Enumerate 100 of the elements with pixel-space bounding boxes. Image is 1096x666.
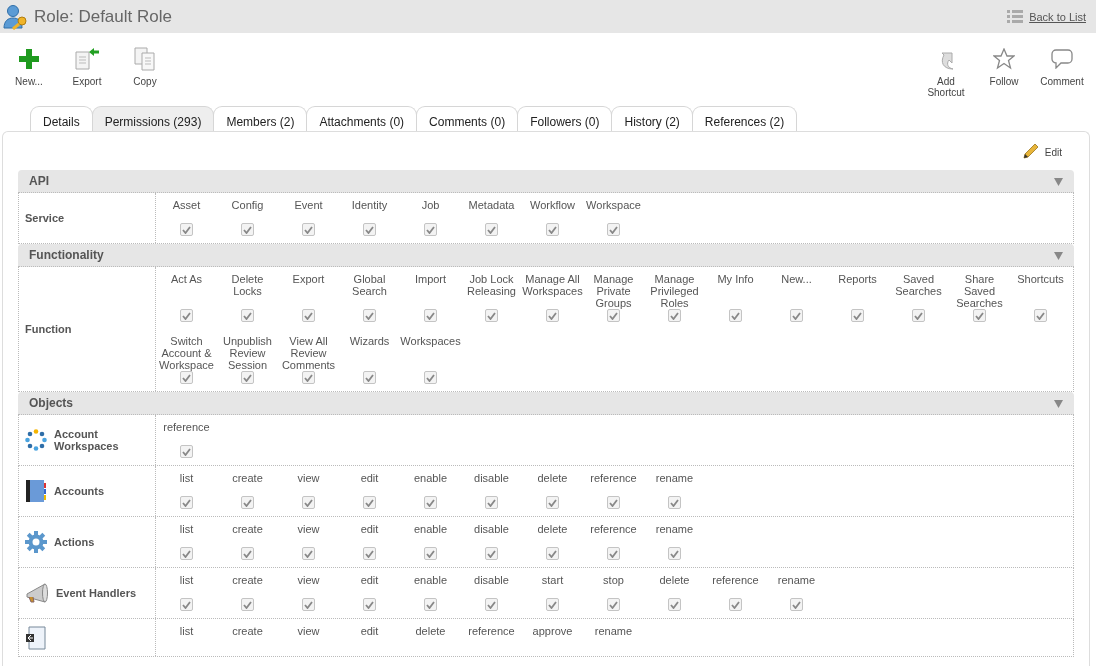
checkbox[interactable] xyxy=(790,598,803,611)
row-label: Account Workspaces xyxy=(54,428,120,452)
checkbox[interactable] xyxy=(607,223,620,236)
collapse-triangle-icon[interactable] xyxy=(1054,250,1063,260)
checkbox[interactable] xyxy=(241,371,254,384)
permission-label: rename xyxy=(655,472,694,486)
checkbox[interactable] xyxy=(180,309,193,322)
section-header[interactable]: API xyxy=(18,170,1074,193)
collapse-triangle-icon[interactable] xyxy=(1054,398,1063,408)
tab[interactable]: References (2) xyxy=(691,106,798,131)
permission-label: reference xyxy=(163,421,210,435)
checkbox[interactable] xyxy=(546,223,559,236)
tab[interactable]: Followers (0) xyxy=(517,106,613,131)
checkbox[interactable] xyxy=(180,371,193,384)
document-arrow-icon xyxy=(75,48,99,70)
checkbox[interactable] xyxy=(302,598,315,611)
checkbox[interactable] xyxy=(546,496,559,509)
checkbox[interactable] xyxy=(363,371,376,384)
checkbox[interactable] xyxy=(424,223,437,236)
checkbox[interactable] xyxy=(241,496,254,509)
checkbox[interactable] xyxy=(546,309,559,322)
checkbox[interactable] xyxy=(851,309,864,322)
section-header[interactable]: Objects xyxy=(18,392,1074,415)
section-title: API xyxy=(29,174,49,188)
checkbox[interactable] xyxy=(485,496,498,509)
checkbox[interactable] xyxy=(302,496,315,509)
checkbox[interactable] xyxy=(302,547,315,560)
checkbox[interactable] xyxy=(607,547,620,560)
checkbox[interactable] xyxy=(241,598,254,611)
checkbox[interactable] xyxy=(363,223,376,236)
permission-label: reference xyxy=(590,523,637,537)
permission-label: create xyxy=(232,523,263,537)
star-icon xyxy=(993,48,1015,70)
back-to-list-link[interactable]: Back to List xyxy=(1029,10,1086,23)
checkbox[interactable] xyxy=(363,547,376,560)
section-header[interactable]: Functionality xyxy=(18,244,1074,267)
export-button[interactable]: Export xyxy=(58,47,116,106)
permission-label: list xyxy=(179,625,194,639)
permission-label: Manage Privileged Roles xyxy=(649,273,700,309)
checkbox[interactable] xyxy=(241,309,254,322)
checkbox[interactable] xyxy=(790,309,803,322)
checkbox[interactable] xyxy=(180,496,193,509)
checkbox[interactable] xyxy=(546,598,559,611)
checkbox[interactable] xyxy=(180,547,193,560)
checkbox[interactable] xyxy=(668,496,681,509)
checkbox[interactable] xyxy=(1034,309,1047,322)
tab[interactable]: Attachments (0) xyxy=(306,106,418,131)
checkbox[interactable] xyxy=(363,496,376,509)
permission-label: view xyxy=(297,523,320,537)
checkbox[interactable] xyxy=(729,309,742,322)
checkbox[interactable] xyxy=(424,496,437,509)
permission-label: start xyxy=(541,574,564,588)
shortcut-button[interactable]: Add Shortcut xyxy=(917,47,975,106)
checkbox[interactable] xyxy=(485,547,498,560)
permission-label: Manage All Workspaces xyxy=(522,273,583,297)
checkbox[interactable] xyxy=(424,547,437,560)
tab[interactable]: Permissions (293) xyxy=(91,106,215,131)
checkbox[interactable] xyxy=(302,309,315,322)
checkbox[interactable] xyxy=(363,309,376,322)
tab[interactable]: Details xyxy=(30,106,93,131)
permission-label: disable xyxy=(474,472,509,486)
permission-label: Shortcuts xyxy=(1017,273,1064,287)
checkbox[interactable] xyxy=(912,309,925,322)
checkbox[interactable] xyxy=(302,223,315,236)
tab[interactable]: Members (2) xyxy=(213,106,308,131)
checkbox[interactable] xyxy=(607,496,620,509)
permission-label: edit xyxy=(360,523,379,537)
tab[interactable]: Comments (0) xyxy=(416,106,519,131)
permission-label: delete xyxy=(415,625,446,639)
tab[interactable]: History (2) xyxy=(611,106,693,131)
edit-button[interactable]: Edit xyxy=(1021,144,1062,160)
checkbox[interactable] xyxy=(241,223,254,236)
permission-label: view xyxy=(297,574,320,588)
checkbox[interactable] xyxy=(424,309,437,322)
checkbox[interactable] xyxy=(485,309,498,322)
checkbox[interactable] xyxy=(485,223,498,236)
checkbox[interactable] xyxy=(668,547,681,560)
checkbox[interactable] xyxy=(302,371,315,384)
checkbox[interactable] xyxy=(668,598,681,611)
checkbox[interactable] xyxy=(607,598,620,611)
new-button[interactable]: New... xyxy=(0,47,58,106)
follow-button[interactable]: Follow xyxy=(975,47,1033,106)
checkbox[interactable] xyxy=(180,445,193,458)
permission-label: Global Search xyxy=(351,273,388,297)
comment-button[interactable]: Comment xyxy=(1033,47,1091,106)
checkbox[interactable] xyxy=(424,598,437,611)
permission-label: create xyxy=(232,574,263,588)
checkbox[interactable] xyxy=(363,598,376,611)
checkbox[interactable] xyxy=(973,309,986,322)
checkbox[interactable] xyxy=(607,309,620,322)
copy-button[interactable]: Copy xyxy=(116,47,174,106)
checkbox[interactable] xyxy=(180,223,193,236)
checkbox[interactable] xyxy=(241,547,254,560)
checkbox[interactable] xyxy=(668,309,681,322)
checkbox[interactable] xyxy=(485,598,498,611)
checkbox[interactable] xyxy=(546,547,559,560)
checkbox[interactable] xyxy=(424,371,437,384)
checkbox[interactable] xyxy=(729,598,742,611)
collapse-triangle-icon[interactable] xyxy=(1054,176,1063,186)
checkbox[interactable] xyxy=(180,598,193,611)
